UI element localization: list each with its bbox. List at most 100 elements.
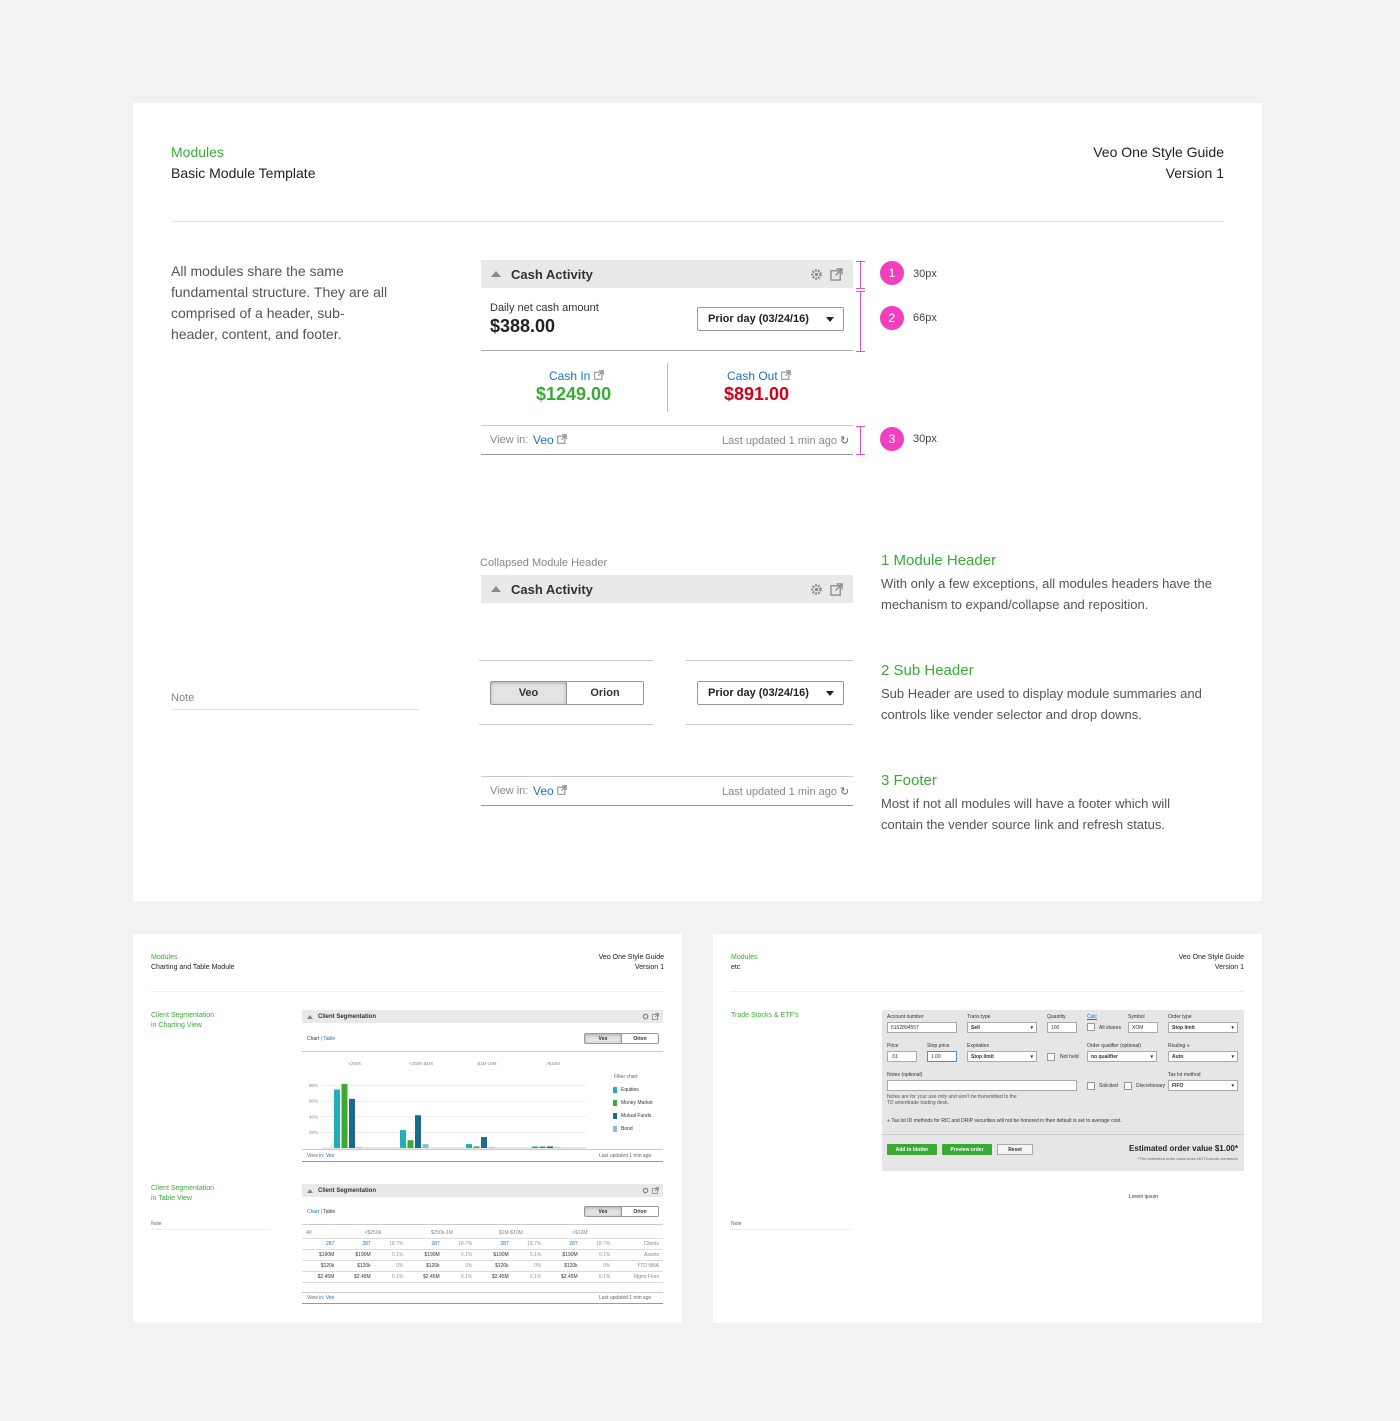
collapse-arrow-icon[interactable] xyxy=(491,271,501,277)
external-link-icon[interactable] xyxy=(652,1013,659,1020)
gear-icon[interactable] xyxy=(810,583,823,596)
footer-example-veo-link[interactable]: Veo xyxy=(533,784,567,798)
chart-legend: Equities Money Market Mutual Funds Bond xyxy=(613,1083,653,1135)
chart-vendor-orion[interactable]: Orion xyxy=(621,1034,658,1043)
vendor-orion-button[interactable]: Orion xyxy=(566,682,643,704)
order-qualifier-select[interactable]: no qualifier ▾ xyxy=(1087,1051,1157,1062)
add-to-blotter-button[interactable]: Add to blotter xyxy=(887,1144,937,1155)
collapse-arrow-icon[interactable] xyxy=(307,1014,313,1019)
calc-link[interactable]: Calc xyxy=(1087,1014,1097,1020)
not-held-checkbox[interactable] xyxy=(1047,1053,1055,1061)
table-header-cell xyxy=(614,1228,663,1239)
refresh-icon[interactable]: ↻ xyxy=(840,435,849,447)
chart-card-note-line xyxy=(151,1229,271,1230)
table-vendor-veo[interactable]: Veo xyxy=(585,1207,621,1216)
content-divider xyxy=(667,363,668,412)
expiration-select[interactable]: Stop limit ▾ xyxy=(967,1051,1037,1062)
chart-vendor-selector[interactable]: Veo Orion xyxy=(584,1033,659,1044)
bar xyxy=(407,1140,414,1148)
table-footer-bottom xyxy=(302,1303,663,1304)
footer-example-bottom xyxy=(481,805,853,806)
collapsed-module-header[interactable]: Cash Activity xyxy=(481,575,853,603)
order-type-select[interactable]: Stop limit ▾ xyxy=(1168,1022,1238,1033)
discretionary-checkbox[interactable] xyxy=(1124,1082,1132,1090)
price-input[interactable]: .01 xyxy=(887,1051,917,1062)
external-link-icon[interactable] xyxy=(830,267,843,281)
table-footer-veo[interactable]: Veo xyxy=(326,1295,335,1301)
table-vendor-orion[interactable]: Orion xyxy=(621,1207,658,1216)
quantity-input[interactable]: 100 xyxy=(1047,1022,1077,1033)
module-header[interactable]: Cash Activity xyxy=(481,260,853,288)
all-shares-checkbox[interactable] xyxy=(1087,1023,1095,1031)
table-cell: 5.1% xyxy=(443,1249,477,1261)
cash-in-value: $1249.00 xyxy=(536,384,612,404)
period-dropdown[interactable]: Prior day (03/24/16) xyxy=(697,307,844,331)
chart-card-version: Version 1 xyxy=(634,964,664,971)
solicited-checkbox[interactable] xyxy=(1087,1082,1095,1090)
info-icon[interactable]: ● xyxy=(1187,1043,1190,1049)
chart-module-header[interactable]: Client Segmentation xyxy=(302,1010,663,1023)
table-cell: $2.45M xyxy=(545,1271,582,1283)
table-cell[interactable]: Clients xyxy=(614,1238,663,1250)
vendor-selector[interactable]: Veo Orion xyxy=(490,681,644,705)
tab-table[interactable]: Table xyxy=(323,1036,335,1042)
table-row: $120k $120k 0% $120k 0% $120k 0% $120k 0% YTD NNA xyxy=(302,1260,663,1272)
legend-item[interactable]: Money Market xyxy=(613,1096,653,1109)
cash-out-link[interactable]: Cash Out xyxy=(727,369,791,383)
table-cell: 0% xyxy=(443,1260,477,1272)
chart-vendor-veo[interactable]: Veo xyxy=(585,1034,621,1043)
category-label: >$10M xyxy=(546,1062,560,1066)
table-vendor-selector[interactable]: Veo Orion xyxy=(584,1206,659,1217)
footer-bottom-line xyxy=(481,454,853,455)
legend-item[interactable]: Mutual Funds xyxy=(613,1109,653,1122)
annotation-size-1: 30px xyxy=(913,268,937,280)
footer-veo-link[interactable]: Veo xyxy=(533,433,567,447)
chart-footer-veo[interactable]: Veo xyxy=(326,1153,335,1159)
tab-chart[interactable]: Chart | Table xyxy=(307,1036,335,1042)
symbol-input[interactable]: XOM xyxy=(1128,1022,1158,1033)
stop-price-input[interactable]: 1.00 xyxy=(927,1051,957,1062)
tax-lot-select[interactable]: FIFO ▾ xyxy=(1168,1080,1238,1091)
account-number-input[interactable]: 5162894557 xyxy=(887,1022,957,1033)
table-cell[interactable]: 287 xyxy=(476,1238,513,1250)
routing-select[interactable]: Auto ▾ xyxy=(1168,1051,1238,1062)
reset-button[interactable]: Reset xyxy=(997,1144,1033,1155)
intro-text: All modules share the same fundamental s… xyxy=(171,263,388,342)
legend-item[interactable]: Bond xyxy=(613,1122,653,1135)
period-dropdown-example[interactable]: Prior day (03/24/16) xyxy=(697,681,844,705)
external-link-icon[interactable] xyxy=(652,1187,659,1194)
trans-type-select[interactable]: Sell ▾ xyxy=(967,1022,1037,1033)
refresh-icon[interactable]: ↻ xyxy=(840,786,849,798)
external-link-icon[interactable] xyxy=(830,582,843,596)
notes-input[interactable] xyxy=(887,1080,1077,1091)
table-module-header[interactable]: Client Segmentation xyxy=(302,1184,663,1197)
bar xyxy=(334,1089,340,1148)
preview-order-button[interactable]: Preview order xyxy=(942,1144,992,1155)
cash-out-value: $891.00 xyxy=(724,384,790,404)
chart-footer-line xyxy=(302,1149,663,1150)
routing-label: Routing ● xyxy=(1168,1043,1190,1049)
chevron-down-icon: ▾ xyxy=(1150,1053,1153,1060)
chart-card-section: Modules xyxy=(151,954,178,961)
estimated-order-value: Estimated order value $1.00* xyxy=(1129,1144,1238,1153)
tax-lot-label: Tax lot method xyxy=(1168,1072,1201,1078)
table-cell[interactable]: 287 xyxy=(407,1238,444,1250)
trade-form-divider xyxy=(882,1134,1244,1135)
collapse-arrow-icon[interactable] xyxy=(491,586,501,592)
collapse-arrow-icon[interactable] xyxy=(307,1188,313,1193)
external-link-icon xyxy=(593,370,604,380)
estimated-order-note: *The estimated order value does NOT incl… xyxy=(1138,1156,1238,1161)
legend-item[interactable]: Equities xyxy=(613,1083,653,1096)
table-tab-table[interactable]: Table xyxy=(323,1209,335,1215)
table-cell[interactable]: 287 xyxy=(545,1238,582,1250)
table-cell[interactable]: 287 xyxy=(338,1238,375,1250)
gear-icon[interactable] xyxy=(642,1013,649,1020)
table-tab-chart[interactable]: Chart | Table xyxy=(307,1209,335,1215)
table-cell[interactable]: 287 xyxy=(302,1238,339,1250)
gear-icon[interactable] xyxy=(810,268,823,281)
gear-icon[interactable] xyxy=(642,1187,649,1194)
notes-help: Notes are for your use only and won't be… xyxy=(887,1094,1017,1106)
vendor-veo-button[interactable]: Veo xyxy=(491,682,566,704)
table-cell: 18.7% xyxy=(581,1238,615,1250)
cash-in-link[interactable]: Cash In xyxy=(549,369,604,383)
